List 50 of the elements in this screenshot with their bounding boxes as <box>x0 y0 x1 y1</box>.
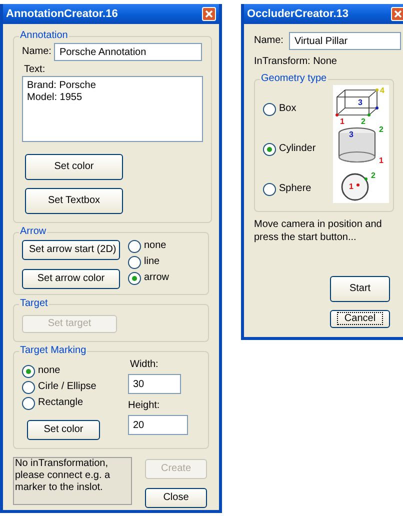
push-button[interactable]: Cancel <box>330 310 390 328</box>
push-button[interactable]: Start <box>330 276 390 302</box>
field-label: Name: <box>22 46 52 58</box>
point-label: 2 <box>379 125 384 134</box>
group-title: Target Marking <box>19 345 88 357</box>
radio-option[interactable]: arrow <box>128 270 170 286</box>
field-label: Width: <box>130 359 160 371</box>
window-title: AnnotationCreator.16 <box>6 8 118 20</box>
height-field[interactable]: 20 <box>128 415 188 435</box>
push-button[interactable]: Set color <box>25 154 123 180</box>
group-title: Arrow <box>19 226 48 238</box>
radio-option[interactable]: none <box>22 363 100 379</box>
push-button[interactable]: Set arrow start (2D) <box>22 240 120 260</box>
push-button[interactable]: Set arrow color <box>22 269 120 289</box>
close-button[interactable] <box>202 7 216 21</box>
radio-option[interactable]: Rectangle <box>22 395 100 411</box>
close-icon <box>205 10 213 18</box>
status-message: No inTransformation, please connect e.g. a marker to the inslot. <box>13 457 132 505</box>
radio-option[interactable]: line <box>128 254 170 270</box>
field-label: Name: <box>254 35 284 47</box>
instruction-text: Move camera in position and press the start button... <box>254 218 383 244</box>
name-field[interactable]: Porsche Annotation <box>54 43 202 61</box>
push-button[interactable]: Set color <box>27 420 100 440</box>
radio-option[interactable]: Cirle / Ellipse <box>22 379 100 395</box>
radio-option[interactable]: Sphere <box>263 181 316 197</box>
field-label: Text: <box>24 64 46 76</box>
point-label: 4 <box>380 86 384 95</box>
close-button[interactable] <box>391 7 403 21</box>
point-label: 3 <box>349 130 354 139</box>
push-button[interactable]: Close <box>145 488 207 508</box>
in-transform-label: InTransform: None <box>254 56 338 68</box>
push-button[interactable]: Set Textbox <box>25 188 123 214</box>
point-label: 2 <box>361 117 366 126</box>
radio-option[interactable]: Cylinder <box>263 141 316 157</box>
radio-option[interactable]: none <box>128 238 170 254</box>
window-title: OccluderCreator.13 <box>247 8 348 20</box>
field-label: Height: <box>128 400 161 412</box>
group-title: Annotation <box>19 30 69 42</box>
point-label: 3 <box>358 98 362 107</box>
close-icon <box>394 10 402 18</box>
point-label: 1 <box>349 182 354 191</box>
point-label: 1 <box>340 117 344 126</box>
radio-option[interactable]: Box <box>263 101 316 117</box>
point-label: 1 <box>379 156 384 165</box>
name-field[interactable]: Virtual Pillar <box>289 32 402 50</box>
group-title: Target <box>19 298 49 310</box>
text-area[interactable]: Brand: Porsche Model: 1955 <box>22 76 203 142</box>
point-label: 2 <box>371 171 376 180</box>
width-field[interactable]: 30 <box>128 374 181 394</box>
group-title: Geometry type <box>260 73 328 85</box>
